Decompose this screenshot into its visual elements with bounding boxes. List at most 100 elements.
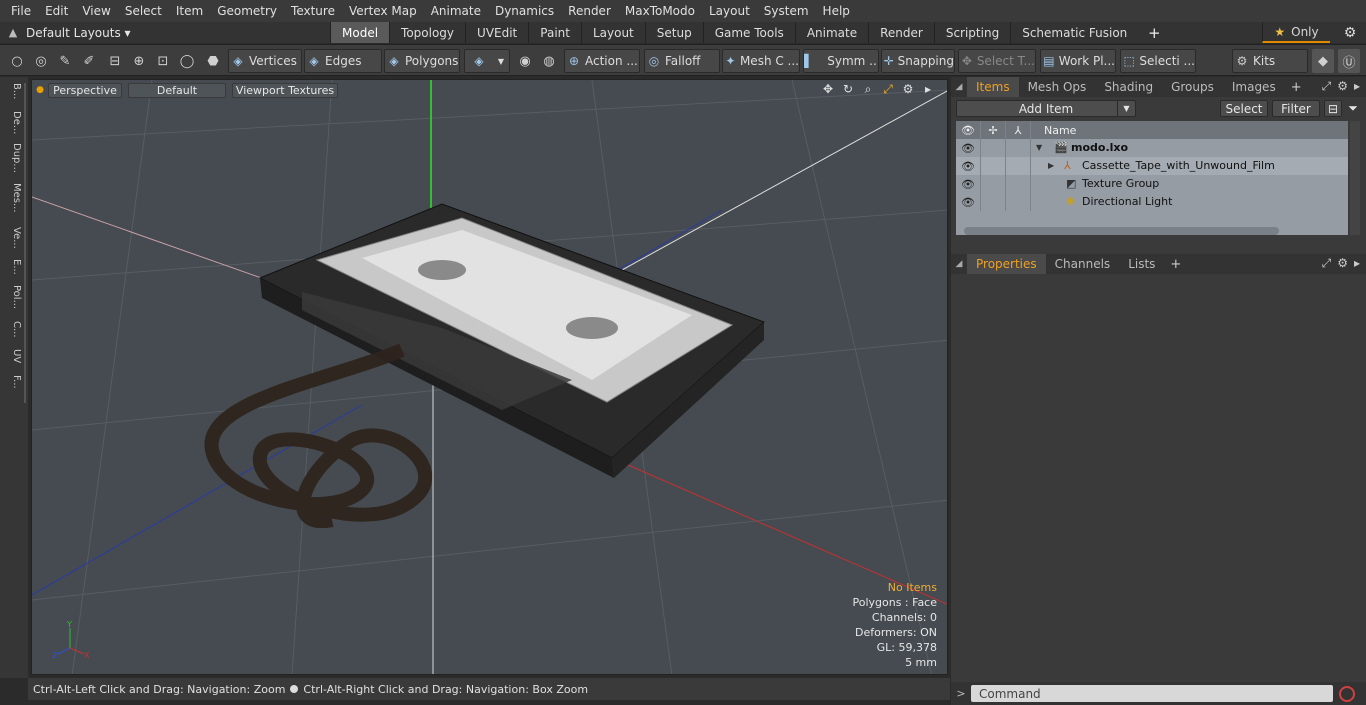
selection-sets-button[interactable]: ⬚ Selecti ...	[1120, 49, 1196, 73]
menu-layout[interactable]: Layout	[702, 4, 757, 18]
move-view-icon[interactable]: ✥	[821, 82, 835, 97]
vertical-scrollbar[interactable]	[1350, 121, 1360, 235]
left-tab-fusion[interactable]: F...	[4, 375, 22, 389]
layout-arrow-icon[interactable]: ▲	[0, 26, 26, 39]
panel-expand-icon[interactable]: ▸	[1354, 256, 1360, 271]
add-tab-icon[interactable]: +	[1144, 24, 1164, 42]
globe-icon[interactable]: ◎	[30, 49, 52, 73]
tab-topology[interactable]: Topology	[389, 22, 465, 43]
zoom-view-icon[interactable]: ⌕	[861, 82, 875, 97]
add-panel-tab-icon[interactable]: +	[1164, 257, 1187, 272]
record-icon[interactable]	[1339, 685, 1355, 702]
tab-mesh-ops[interactable]: Mesh Ops	[1019, 77, 1096, 97]
component-mode-dropdown[interactable]: ◈ ▼	[464, 49, 510, 73]
menu-maxtomodo[interactable]: MaxToModo	[618, 4, 702, 18]
left-tab-duplicate[interactable]: Dup...	[4, 143, 22, 173]
rotate-view-icon[interactable]: ↻	[841, 82, 855, 97]
name-column-header[interactable]: Name	[1044, 124, 1076, 137]
tab-paint[interactable]: Paint	[528, 22, 581, 43]
panel-gear-icon[interactable]: ⚙	[1337, 256, 1348, 271]
align-icon[interactable]: ⊟	[104, 49, 126, 73]
funnel-icon[interactable]: ⏷	[1344, 100, 1362, 117]
panel-menu-dot-icon[interactable]: ◢	[951, 259, 967, 269]
left-tab-basic[interactable]: B...	[4, 83, 22, 99]
unreal-icon[interactable]: Ⓤ	[1338, 49, 1360, 73]
work-plane-button[interactable]: ▤ Work Pl...	[1040, 49, 1116, 73]
expand-triangle-icon[interactable]: ▼	[1036, 143, 1042, 152]
list-item[interactable]: 👁 ▶ ⅄ Cassette_Tape_with_Unwound_Film	[956, 157, 1348, 175]
symmetry-button[interactable]: ▌ Symm ...	[803, 49, 879, 73]
tab-images[interactable]: Images	[1223, 77, 1285, 97]
perspective-button[interactable]: Perspective	[48, 82, 122, 98]
shading-button[interactable]: Default	[128, 82, 226, 98]
menu-select[interactable]: Select	[118, 4, 169, 18]
material-icon[interactable]: ◉	[514, 49, 536, 73]
select-button[interactable]: Select	[1220, 100, 1268, 117]
eye-icon[interactable]: 👁	[956, 175, 981, 193]
menu-view[interactable]: View	[75, 4, 117, 18]
box-select-icon[interactable]: ⊡	[152, 49, 174, 73]
expand-triangle-icon[interactable]: ▶	[1048, 161, 1054, 170]
tab-game-tools[interactable]: Game Tools	[702, 22, 795, 43]
tab-setup[interactable]: Setup	[644, 22, 703, 43]
menu-item[interactable]: Item	[169, 4, 210, 18]
viewport-textures-button[interactable]: Viewport Textures	[232, 82, 338, 98]
menu-render[interactable]: Render	[561, 4, 618, 18]
kits-button[interactable]: ⚙ Kits	[1232, 49, 1308, 73]
tab-uvedit[interactable]: UVEdit	[465, 22, 528, 43]
eye-icon[interactable]: 👁	[956, 157, 981, 175]
tab-channels[interactable]: Channels	[1046, 254, 1120, 274]
tab-lists[interactable]: Lists	[1119, 254, 1164, 274]
menu-help[interactable]: Help	[816, 4, 857, 18]
panel-expand-icon[interactable]: ▸	[1354, 79, 1360, 94]
only-toggle[interactable]: ★ Only	[1262, 22, 1330, 43]
panel-menu-dot-icon[interactable]: ◢	[951, 82, 967, 92]
collapse-icon[interactable]: ⊟	[1324, 100, 1342, 117]
tab-model[interactable]: Model	[330, 22, 390, 43]
polygons-button[interactable]: ◈ Polygons	[384, 49, 460, 73]
list-item[interactable]: 👁 ▼ 🎬 modo.lxo	[956, 139, 1348, 157]
menu-texture[interactable]: Texture	[284, 4, 342, 18]
brush-icon[interactable]: ✐	[78, 49, 100, 73]
maximize-panel-icon[interactable]: ⤢	[1322, 256, 1332, 271]
tab-properties[interactable]: Properties	[967, 254, 1046, 274]
command-input[interactable]: Command	[971, 685, 1333, 702]
tab-render[interactable]: Render	[868, 22, 934, 43]
menu-file[interactable]: File	[4, 4, 38, 18]
left-tab-edge[interactable]: E...	[4, 259, 22, 275]
pen-icon[interactable]: ✎	[54, 49, 76, 73]
pivot-icon[interactable]: ◍	[538, 49, 560, 73]
edges-button[interactable]: ◈ Edges	[304, 49, 382, 73]
tab-items[interactable]: Items	[967, 77, 1019, 97]
maximize-panel-icon[interactable]: ⤢	[1322, 79, 1332, 94]
left-tab-polygon[interactable]: Pol...	[4, 285, 22, 309]
left-tab-mesh-edit[interactable]: Mes...	[4, 183, 22, 213]
tab-layout[interactable]: Layout	[580, 22, 645, 43]
left-tab-uv[interactable]: UV	[4, 349, 22, 363]
eye-icon[interactable]: 👁	[956, 193, 981, 211]
shield-icon[interactable]: ⬣	[202, 49, 224, 73]
left-tab-vertex[interactable]: Ve...	[4, 227, 22, 249]
select-through-button[interactable]: ✥ Select T...	[958, 49, 1036, 73]
viewport-expand-icon[interactable]: ▸	[921, 82, 935, 97]
maximize-view-icon[interactable]: ⤢	[881, 82, 895, 97]
circle-select-icon[interactable]: ○	[6, 49, 28, 73]
action-center-button[interactable]: ⊕ Action ...	[564, 49, 640, 73]
mesh-constraint-button[interactable]: ✦ Mesh C ...	[722, 49, 800, 73]
viewport-menu-dot-icon[interactable]: ●	[32, 85, 48, 95]
default-layouts-dropdown[interactable]: Default Layouts ▾	[26, 26, 131, 40]
left-tab-curve[interactable]: C...	[4, 321, 22, 338]
list-item[interactable]: 👁 ✺ Directional Light	[956, 193, 1348, 211]
command-chevron-icon[interactable]: >	[951, 687, 971, 700]
snapping-button[interactable]: ✛ Snapping	[881, 49, 955, 73]
3d-viewport[interactable]: ● Perspective Default Viewport Textures …	[31, 79, 948, 675]
horizontal-scrollbar[interactable]	[964, 227, 1279, 235]
tab-schematic-fusion[interactable]: Schematic Fusion	[1010, 22, 1138, 43]
add-panel-tab-icon[interactable]: +	[1285, 80, 1308, 95]
list-item[interactable]: 👁 ◩ Texture Group	[956, 175, 1348, 193]
tab-scripting[interactable]: Scripting	[933, 22, 1010, 43]
gear-icon[interactable]: ⚙	[1336, 22, 1364, 43]
menu-animate[interactable]: Animate	[424, 4, 488, 18]
tab-shading[interactable]: Shading	[1095, 77, 1162, 97]
tab-groups[interactable]: Groups	[1162, 77, 1223, 97]
